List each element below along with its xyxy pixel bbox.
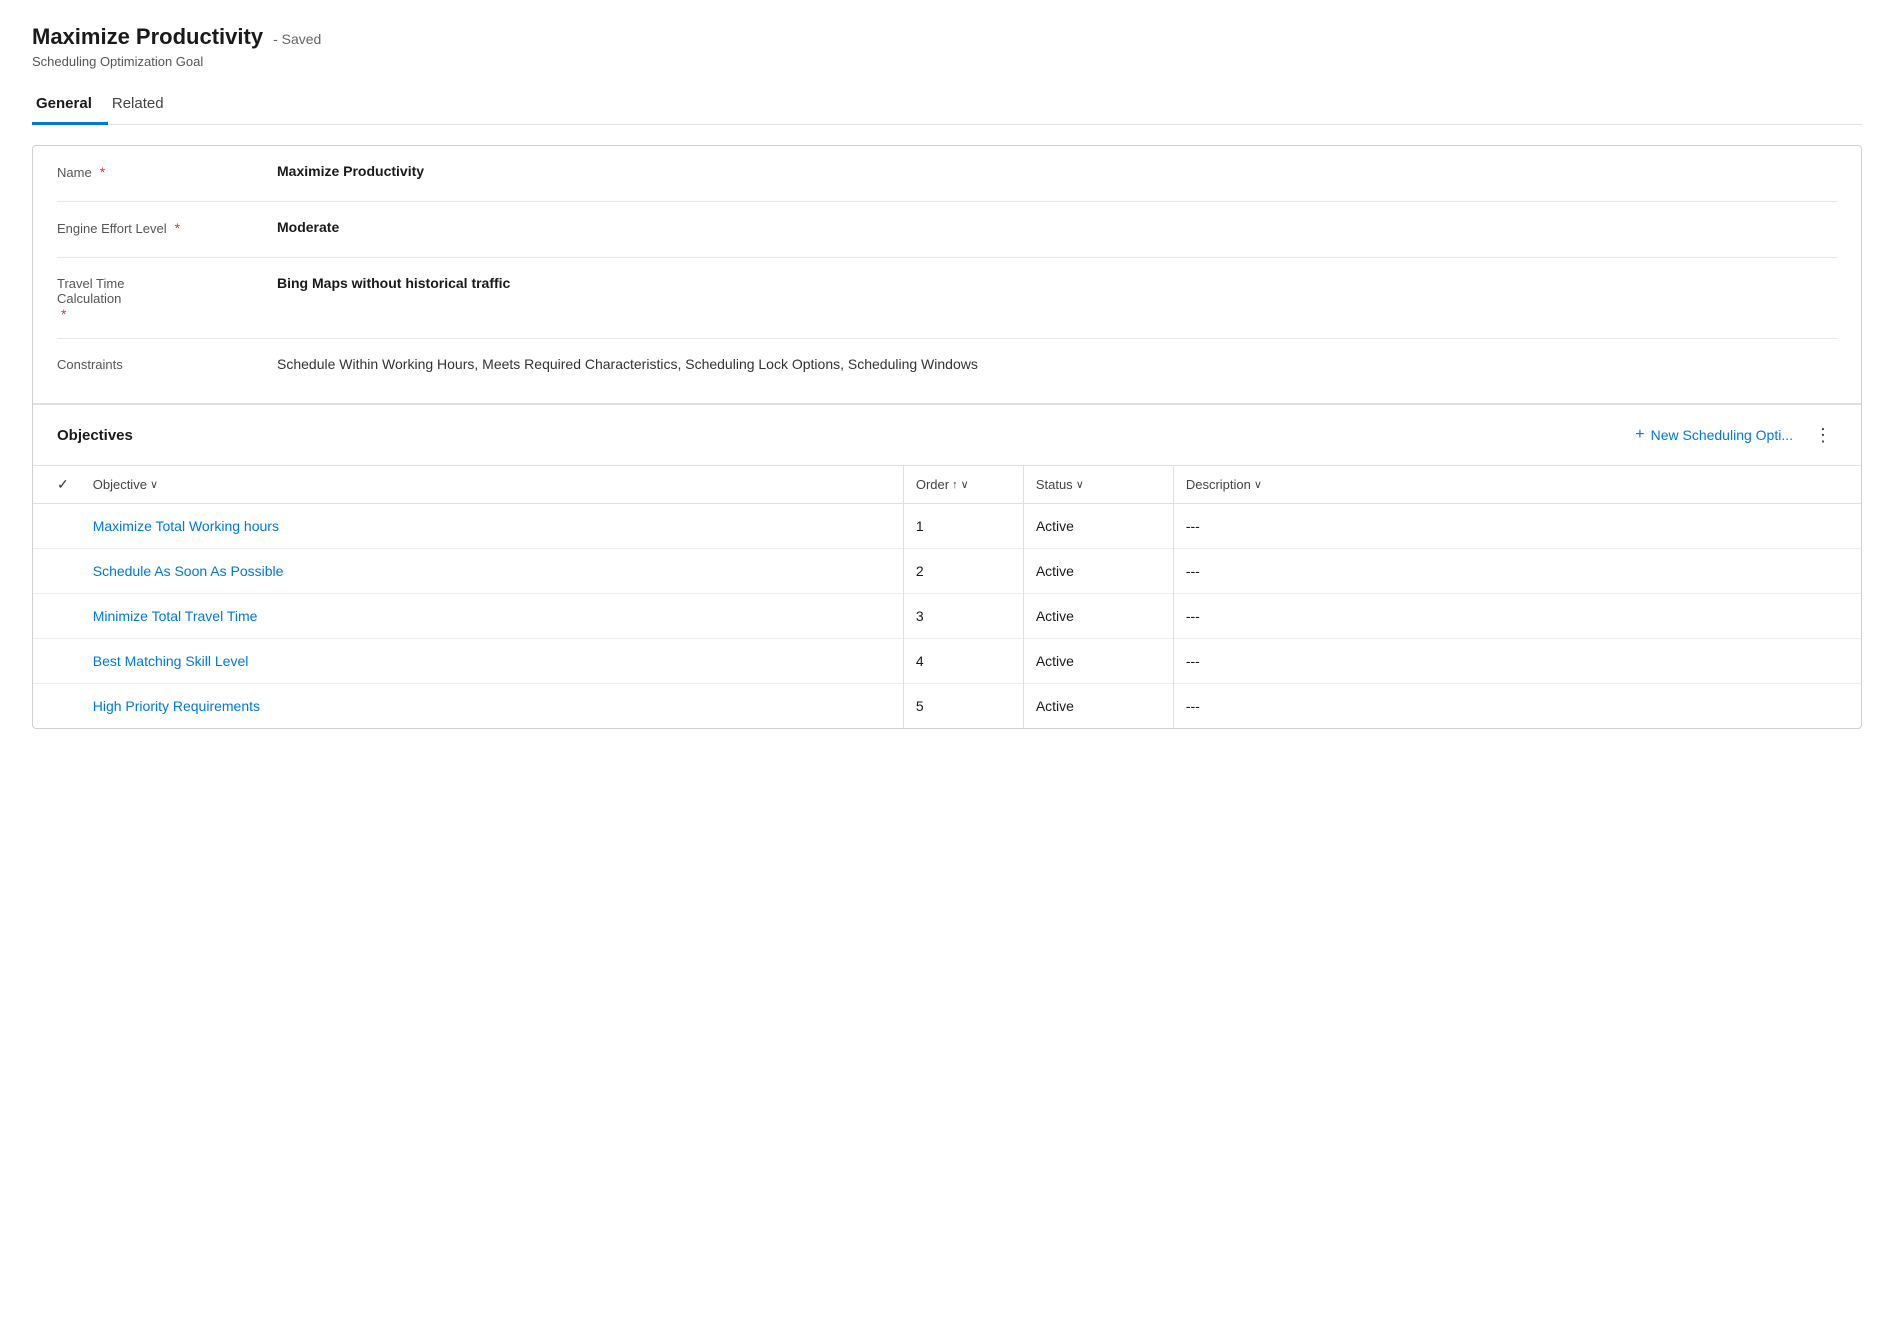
required-star-name: * xyxy=(100,164,105,180)
page-header: Maximize Productivity - Saved Scheduling… xyxy=(32,24,1862,69)
table-row[interactable]: Minimize Total Travel Time 3 Active --- xyxy=(33,594,1861,639)
row-objective[interactable]: High Priority Requirements xyxy=(81,684,904,729)
label-name: Name * xyxy=(57,162,277,180)
page-title: Maximize Productivity xyxy=(32,24,263,50)
tab-bar: General Related xyxy=(32,85,1862,125)
row-description: --- xyxy=(1173,639,1861,684)
row-status: Active xyxy=(1023,549,1173,594)
row-description: --- xyxy=(1173,594,1861,639)
th-order[interactable]: Order ↑ ∨ xyxy=(903,466,1023,504)
row-objective[interactable]: Schedule As Soon As Possible xyxy=(81,549,904,594)
row-description: --- xyxy=(1173,504,1861,549)
th-description[interactable]: Description ∨ xyxy=(1173,466,1861,504)
row-check-cell xyxy=(33,684,81,729)
objective-link[interactable]: Schedule As Soon As Possible xyxy=(93,563,284,579)
objectives-tbody: Maximize Total Working hours 1 Active --… xyxy=(33,504,1861,729)
row-order: 1 xyxy=(903,504,1023,549)
value-constraints: Schedule Within Working Hours, Meets Req… xyxy=(277,355,1837,372)
objective-link[interactable]: High Priority Requirements xyxy=(93,698,260,714)
objective-link[interactable]: Minimize Total Travel Time xyxy=(93,608,258,624)
row-order: 4 xyxy=(903,639,1023,684)
objectives-section: Objectives + New Scheduling Opti... ⋮ ✓ … xyxy=(33,403,1861,728)
objectives-actions: + New Scheduling Opti... ⋮ xyxy=(1627,421,1837,449)
row-status: Active xyxy=(1023,639,1173,684)
row-description: --- xyxy=(1173,549,1861,594)
row-check-cell xyxy=(33,639,81,684)
objectives-title: Objectives xyxy=(57,427,133,444)
table-row[interactable]: Best Matching Skill Level 4 Active --- xyxy=(33,639,1861,684)
chevron-description-icon: ∨ xyxy=(1254,478,1262,491)
required-star-travel: * xyxy=(61,306,66,322)
new-scheduling-button[interactable]: + New Scheduling Opti... xyxy=(1627,422,1801,448)
objective-link[interactable]: Maximize Total Working hours xyxy=(93,518,279,534)
label-engine-effort: Engine Effort Level * xyxy=(57,218,277,236)
new-button-label: New Scheduling Opti... xyxy=(1651,427,1793,443)
row-description: --- xyxy=(1173,684,1861,729)
row-status: Active xyxy=(1023,504,1173,549)
plus-icon: + xyxy=(1635,426,1644,444)
objectives-header: Objectives + New Scheduling Opti... ⋮ xyxy=(33,405,1861,466)
row-order: 2 xyxy=(903,549,1023,594)
value-name: Maximize Productivity xyxy=(277,162,1837,179)
form-row-constraints: Constraints Schedule Within Working Hour… xyxy=(57,339,1837,395)
row-objective[interactable]: Maximize Total Working hours xyxy=(81,504,904,549)
table-row[interactable]: Schedule As Soon As Possible 2 Active --… xyxy=(33,549,1861,594)
th-check: ✓ xyxy=(33,466,81,504)
row-objective[interactable]: Minimize Total Travel Time xyxy=(81,594,904,639)
chevron-status-icon: ∨ xyxy=(1076,478,1084,491)
row-check-cell xyxy=(33,504,81,549)
form-row-name: Name * Maximize Productivity xyxy=(57,146,1837,202)
page-subtitle: Scheduling Optimization Goal xyxy=(32,54,1862,69)
check-icon: ✓ xyxy=(57,476,69,492)
row-status: Active xyxy=(1023,594,1173,639)
table-row[interactable]: High Priority Requirements 5 Active --- xyxy=(33,684,1861,729)
objective-link[interactable]: Best Matching Skill Level xyxy=(93,653,249,669)
tab-general[interactable]: General xyxy=(32,85,108,125)
form-row-engine-effort: Engine Effort Level * Moderate xyxy=(57,202,1837,258)
required-star-engine: * xyxy=(175,220,180,236)
tab-related[interactable]: Related xyxy=(108,85,180,125)
th-status[interactable]: Status ∨ xyxy=(1023,466,1173,504)
saved-status: - Saved xyxy=(273,31,321,47)
chevron-objective-icon: ∨ xyxy=(150,478,158,491)
objectives-table: ✓ Objective ∨ Order ↑ ∨ xyxy=(33,466,1861,728)
label-travel-time: Travel Time Calculation * xyxy=(57,274,277,322)
chevron-order-icon: ∨ xyxy=(961,478,969,491)
row-order: 5 xyxy=(903,684,1023,729)
table-header: ✓ Objective ∨ Order ↑ ∨ xyxy=(33,466,1861,504)
form-row-travel-time: Travel Time Calculation * Bing Maps with… xyxy=(57,258,1837,339)
row-check-cell xyxy=(33,594,81,639)
table-row[interactable]: Maximize Total Working hours 1 Active --… xyxy=(33,504,1861,549)
label-constraints: Constraints xyxy=(57,355,277,372)
value-engine-effort: Moderate xyxy=(277,218,1837,235)
main-card: Name * Maximize Productivity Engine Effo… xyxy=(32,145,1862,729)
more-options-button[interactable]: ⋮ xyxy=(1809,421,1837,449)
row-objective[interactable]: Best Matching Skill Level xyxy=(81,639,904,684)
form-section: Name * Maximize Productivity Engine Effo… xyxy=(33,146,1861,395)
sort-up-icon: ↑ xyxy=(952,479,958,491)
row-check-cell xyxy=(33,549,81,594)
row-order: 3 xyxy=(903,594,1023,639)
th-objective[interactable]: Objective ∨ xyxy=(81,466,904,504)
row-status: Active xyxy=(1023,684,1173,729)
value-travel-time: Bing Maps without historical traffic xyxy=(277,274,1837,291)
